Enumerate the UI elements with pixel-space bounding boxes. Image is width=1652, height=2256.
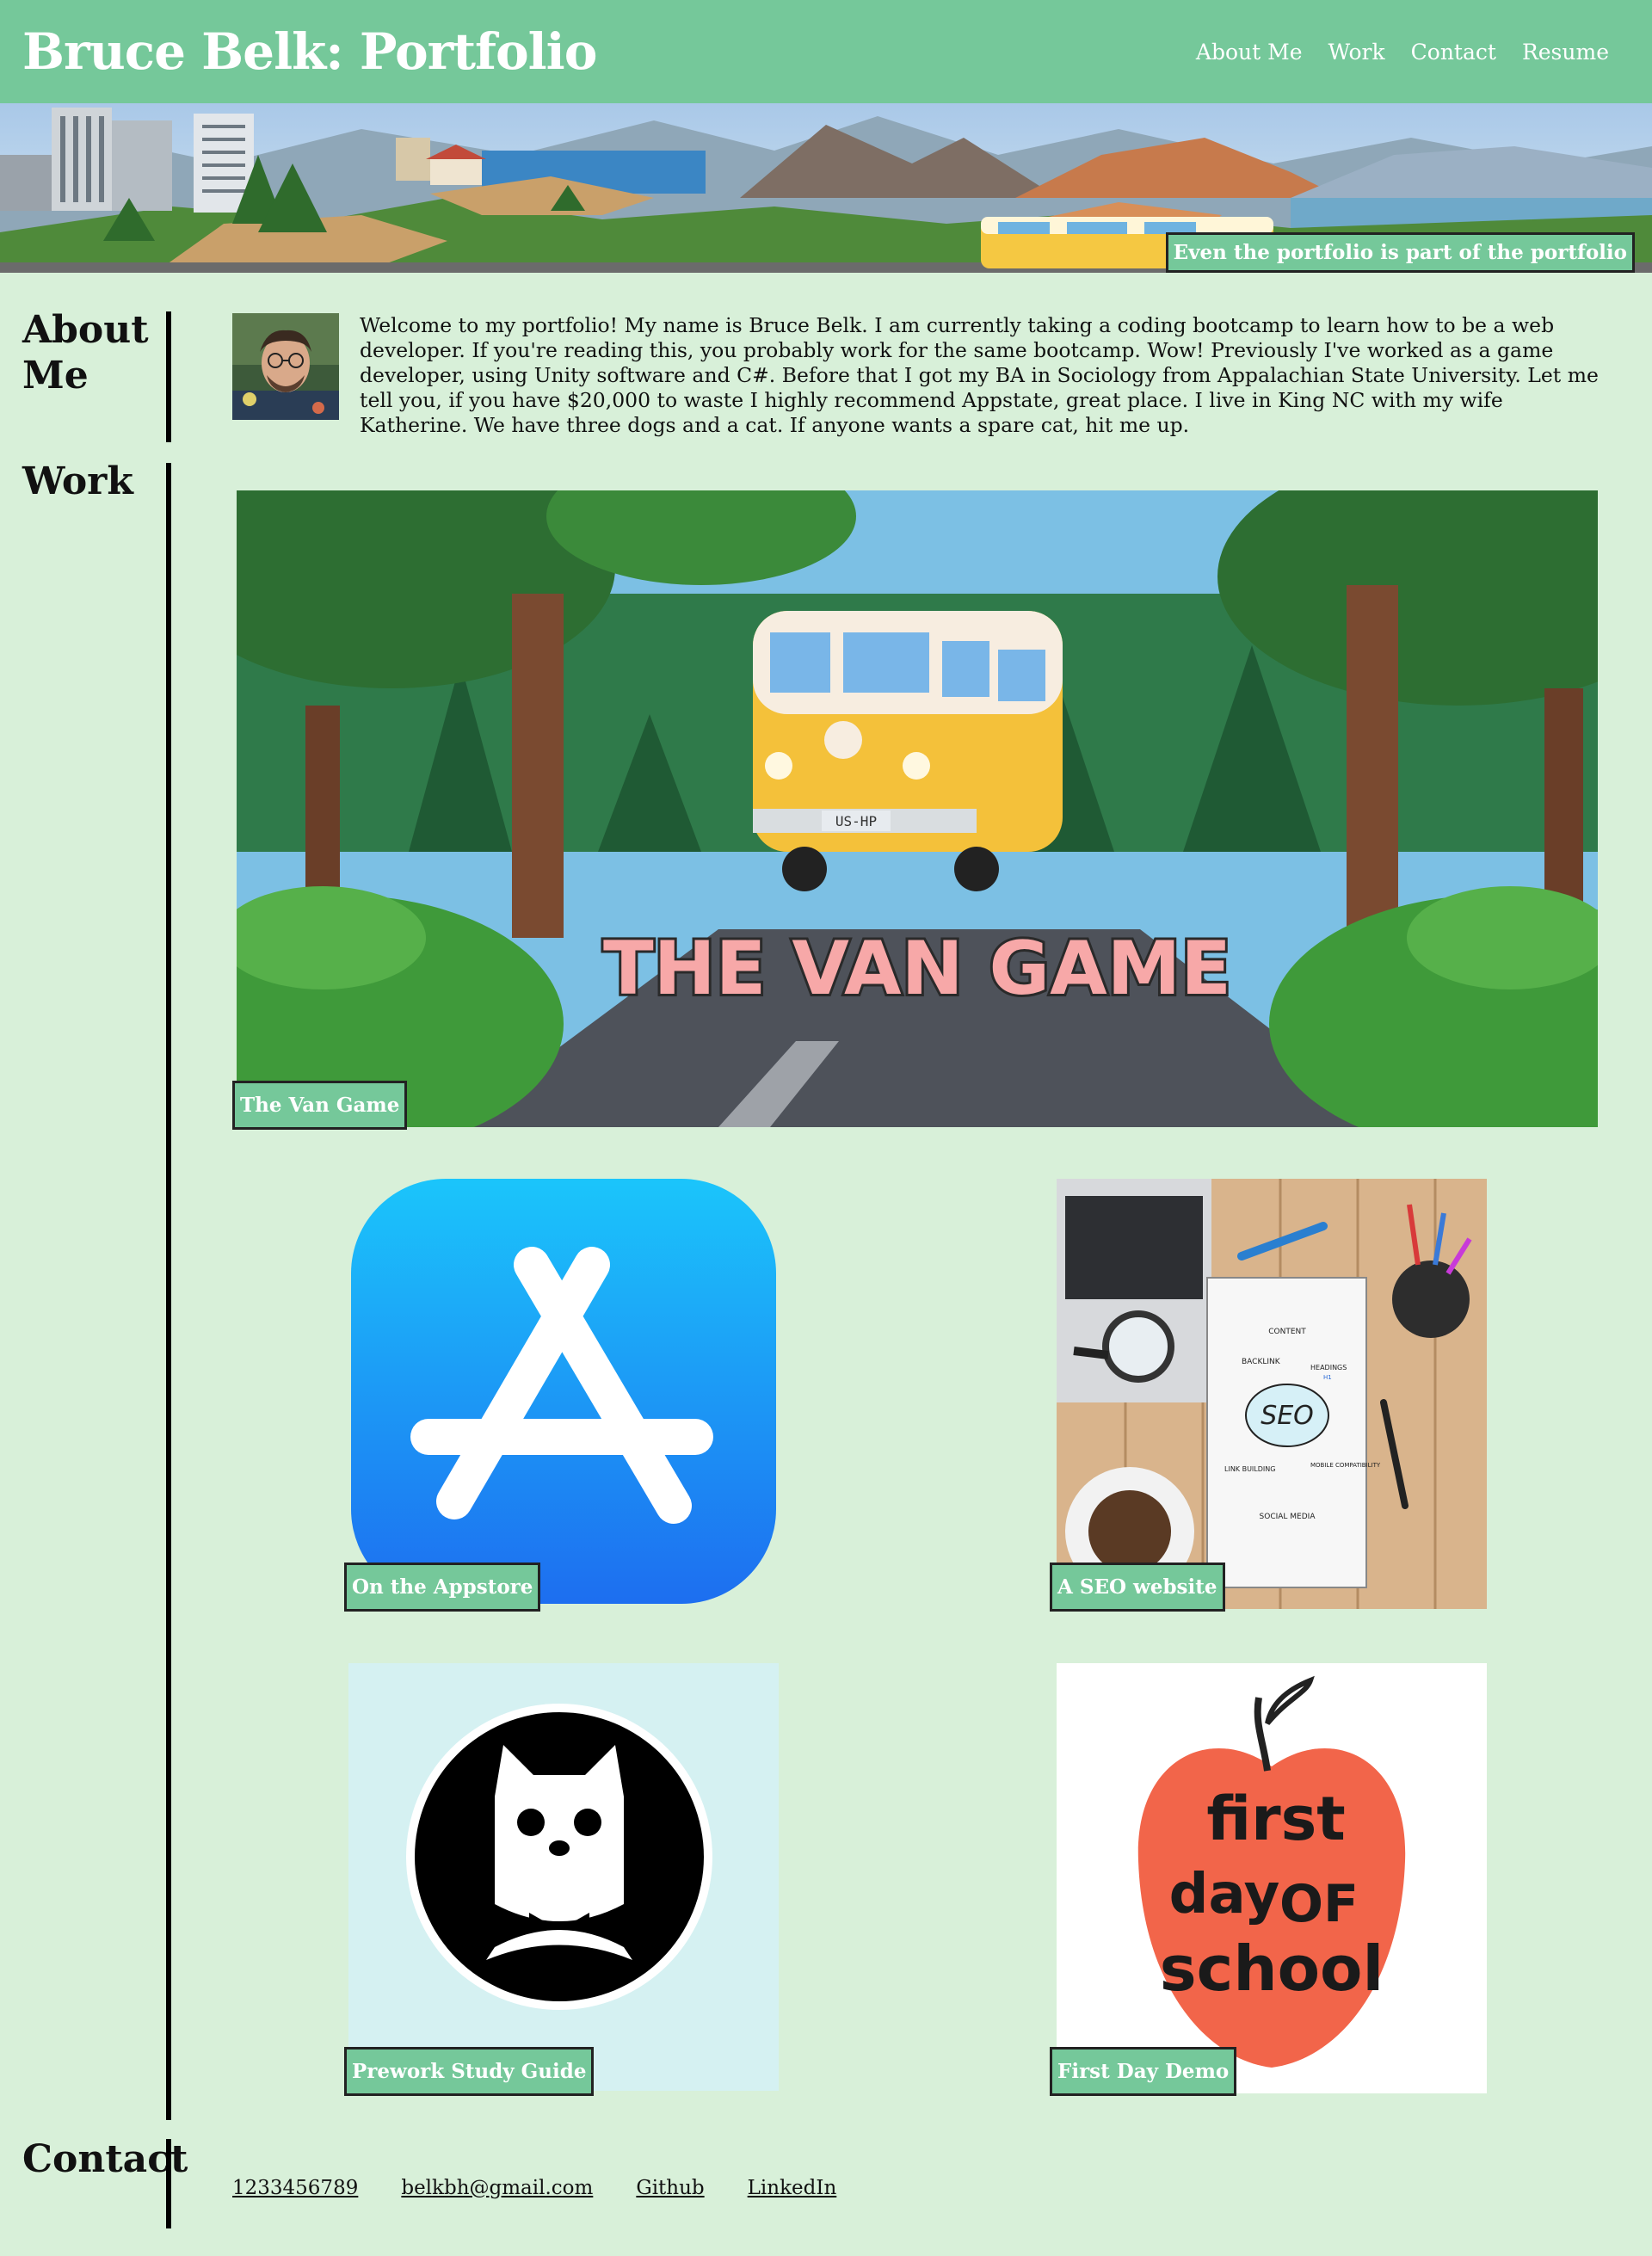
main-nav: About Me Work Contact Resume xyxy=(1196,40,1609,65)
contact-phone-link[interactable]: 1233456789 xyxy=(232,2177,358,2199)
site-header: Bruce Belk: Portfolio About Me Work Cont… xyxy=(0,0,1652,103)
about-divider xyxy=(166,311,171,442)
about-heading-text: About Me xyxy=(22,308,149,398)
work-item-prework[interactable]: Prework Study Guide xyxy=(344,1663,779,2096)
seo-word-mobile: MOBILE COMPATIBILITY xyxy=(1310,1462,1381,1469)
nav-about-me[interactable]: About Me xyxy=(1196,40,1303,65)
seo-word-h1: H1 xyxy=(1323,1374,1332,1381)
apple-text-first: first xyxy=(1206,1784,1346,1854)
apple-text-day: day xyxy=(1169,1863,1280,1926)
contact-heading: Contact xyxy=(22,2137,188,2181)
seo-word-social: SOCIAL MEDIA xyxy=(1260,1513,1316,1521)
about-text: Welcome to my portfolio! My name is Bruc… xyxy=(360,313,1599,437)
work-item-first-day[interactable]: first day OF school First Day Demo xyxy=(1050,1663,1489,2096)
nav-work[interactable]: Work xyxy=(1328,40,1385,65)
appstore-label[interactable]: On the Appstore xyxy=(344,1563,541,1612)
van-plate-text: US-HP xyxy=(835,813,877,829)
hero-caption: Even the portfolio is part of the portfo… xyxy=(1165,232,1635,273)
prework-image xyxy=(348,1663,779,2091)
seo-word-backlink: BACKLINK xyxy=(1242,1358,1281,1366)
contact-github-link[interactable]: Github xyxy=(636,2177,704,2199)
work-item-van-game[interactable]: US-HP THE VAN GAME The Van Game xyxy=(232,490,1598,1130)
contact-links: 1233456789 belkbh@gmail.com Github Linke… xyxy=(232,2177,836,2199)
avatar-photo xyxy=(232,313,339,420)
contact-linkedin-link[interactable]: LinkedIn xyxy=(748,2177,837,2199)
seo-word-link-building: LINK BUILDING xyxy=(1224,1465,1275,1473)
first-day-image: first day OF school xyxy=(1057,1663,1487,2093)
work-item-seo[interactable]: SEO CONTENT BACKLINK HEADINGS H1 LINK BU… xyxy=(1050,1179,1489,1612)
contact-email-link[interactable]: belkbh@gmail.com xyxy=(401,2177,593,2199)
about-heading: About Me xyxy=(22,308,151,399)
van-game-label[interactable]: The Van Game xyxy=(232,1081,408,1130)
contact-divider xyxy=(166,2139,171,2228)
work-heading: Work xyxy=(22,459,133,503)
seo-label[interactable]: A SEO website xyxy=(1050,1563,1225,1612)
seo-word-seo: SEO xyxy=(1261,1401,1314,1431)
van-game-image: US-HP THE VAN GAME xyxy=(237,490,1598,1127)
seo-word-content: CONTENT xyxy=(1268,1328,1306,1336)
work-divider xyxy=(166,463,171,2120)
seo-image: SEO CONTENT BACKLINK HEADINGS H1 LINK BU… xyxy=(1057,1179,1487,1609)
apple-text-school: school xyxy=(1160,1932,1384,2005)
nav-resume[interactable]: Resume xyxy=(1522,40,1609,65)
nav-contact[interactable]: Contact xyxy=(1411,40,1496,65)
van-game-title-text: THE VAN GAME xyxy=(603,926,1231,1012)
seo-word-headings: HEADINGS xyxy=(1310,1364,1347,1371)
hero-banner: Even the portfolio is part of the portfo… xyxy=(0,103,1652,273)
work-item-appstore[interactable]: On the Appstore xyxy=(344,1179,779,1612)
avatar xyxy=(232,313,339,420)
first-day-label[interactable]: First Day Demo xyxy=(1050,2047,1237,2096)
prework-label[interactable]: Prework Study Guide xyxy=(344,2047,595,2096)
apple-text-of: OF xyxy=(1279,1874,1359,1934)
site-title: Bruce Belk: Portfolio xyxy=(22,22,597,81)
appstore-icon xyxy=(351,1179,776,1604)
